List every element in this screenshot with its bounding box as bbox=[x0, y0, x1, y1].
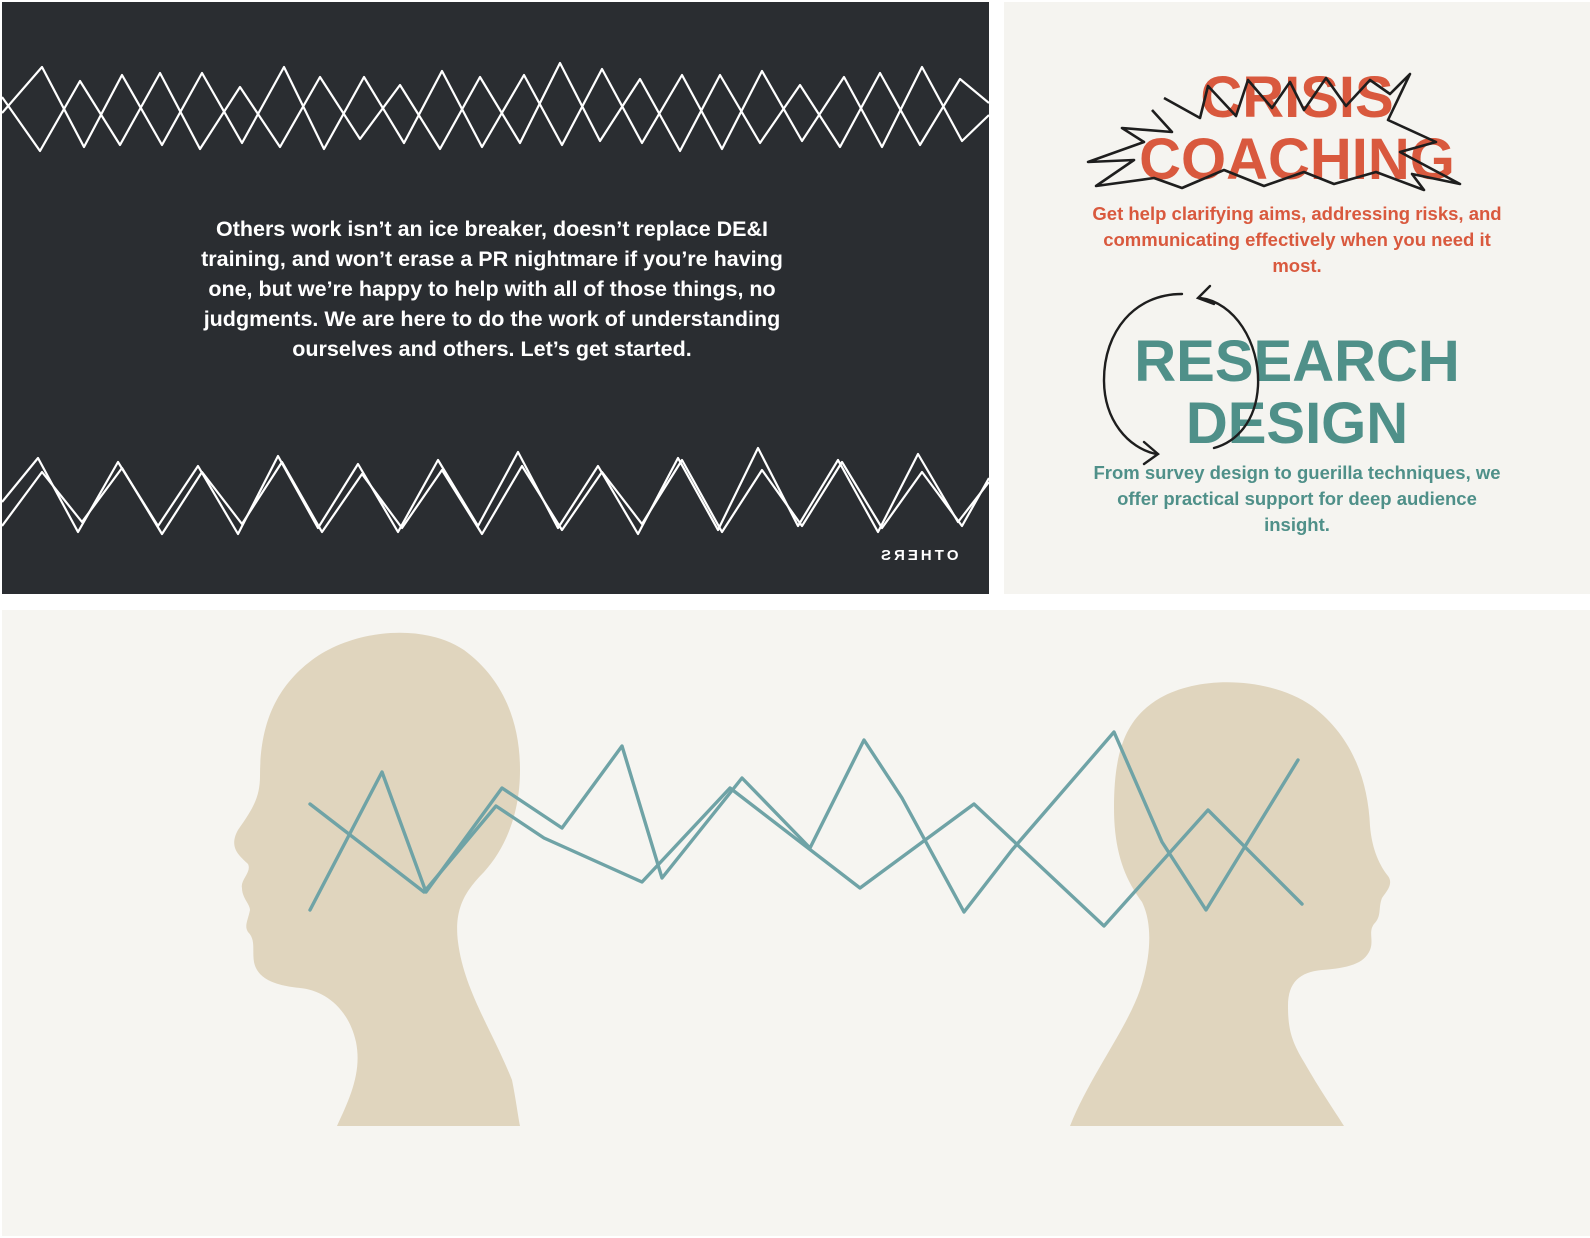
research-title-line1: RESEARCH bbox=[1134, 329, 1460, 394]
brand-logo: OTHERS bbox=[878, 547, 959, 564]
mission-statement: Others work isn’t an ice breaker, doesn’… bbox=[201, 217, 783, 361]
mission-panel: Others work isn’t an ice breaker, doesn’… bbox=[2, 2, 989, 594]
research-design-title: RESEARCH DESIGN bbox=[1004, 331, 1590, 455]
crisis-title-line1: CRISIS bbox=[1200, 65, 1394, 130]
zigzag-pattern-top bbox=[2, 61, 989, 153]
crisis-coaching-description: Get help clarifying aims, addressing ris… bbox=[1092, 203, 1502, 276]
zigzag-pattern-bottom bbox=[2, 446, 989, 536]
research-design-description: From survey design to guerilla technique… bbox=[1093, 462, 1501, 535]
crisis-title-line2: COACHING bbox=[1139, 127, 1455, 192]
services-panel: CRISIS COACHING Get help clarifying aims… bbox=[1004, 2, 1590, 594]
left-head-silhouette bbox=[234, 632, 520, 1126]
right-head-silhouette bbox=[1070, 682, 1391, 1126]
heads-illustration bbox=[2, 610, 1590, 1236]
crisis-coaching-title: CRISIS COACHING bbox=[1004, 67, 1590, 191]
research-title-line2: DESIGN bbox=[1185, 391, 1409, 456]
